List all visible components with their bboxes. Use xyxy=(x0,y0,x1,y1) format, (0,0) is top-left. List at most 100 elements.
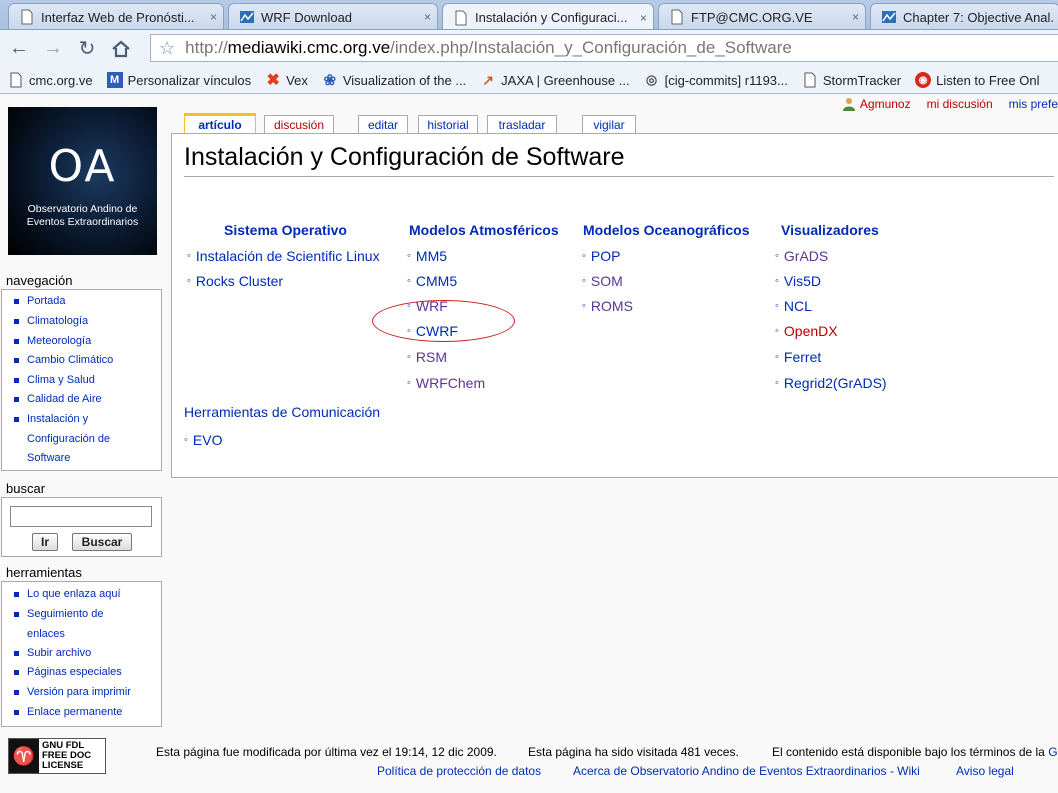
forward-button[interactable]: → xyxy=(38,34,68,64)
square-bullet-icon xyxy=(14,690,19,695)
preferences-link[interactable]: mis prefe xyxy=(1009,97,1058,111)
bullet-icon: ◦ xyxy=(184,434,188,446)
wiki-page: OA Observatorio Andino de Eventos Extrao… xyxy=(0,95,1058,793)
article-link[interactable]: Instalación de Scientific Linux xyxy=(196,248,380,264)
address-bar[interactable]: ☆ http://mediawiki.cmc.org.ve/index.php/… xyxy=(150,34,1058,62)
page-icon xyxy=(455,10,467,25)
tab-history[interactable]: historial xyxy=(418,115,478,134)
sidebar-item[interactable]: Meteorología xyxy=(14,332,91,352)
disclaimer-link[interactable]: Aviso legal xyxy=(956,764,1014,778)
privacy-link[interactable]: Política de protección de datos xyxy=(377,764,541,778)
close-icon[interactable]: × xyxy=(210,10,217,24)
list-item: ◦ SOM xyxy=(582,273,623,289)
home-button[interactable] xyxy=(106,34,136,64)
browser-tab[interactable]: Interfaz Web de Pronósti... × xyxy=(8,3,224,29)
close-icon[interactable]: × xyxy=(640,11,647,25)
section-title[interactable]: Herramientas de Comunicación xyxy=(184,404,380,420)
bookmark-item[interactable]: StormTracker xyxy=(802,72,901,88)
article-link[interactable]: RSM xyxy=(416,349,447,365)
bullet-icon: ◦ xyxy=(187,275,191,287)
browser-tab[interactable]: WRF Download × xyxy=(228,3,438,29)
globe-icon: ❀ xyxy=(323,72,337,89)
sidebar-item[interactable]: Enlace permanente xyxy=(14,703,122,723)
bookmark-label: [cig-commits] r1193... xyxy=(664,72,788,88)
sidebar-item[interactable]: Instalación y Configuración de Software xyxy=(14,410,134,469)
bullet-icon: ◦ xyxy=(775,300,779,312)
browser-tab[interactable]: FTP@CMC.ORG.VE × xyxy=(658,3,866,29)
bullet-icon: ◦ xyxy=(407,377,411,389)
list-item: ◦ Rocks Cluster xyxy=(187,273,283,289)
search-input[interactable] xyxy=(10,506,152,527)
user-page-link[interactable]: Agmunoz xyxy=(860,97,911,111)
tab-article[interactable]: artículo xyxy=(184,113,256,134)
sidebar-item[interactable]: Versión para imprimir xyxy=(14,683,131,703)
article-link[interactable]: GrADS xyxy=(784,248,828,264)
bookmark-item[interactable]: ❀ Visualization of the ... xyxy=(322,72,467,89)
sidebar-item[interactable]: Lo que enlaza aquí xyxy=(14,585,121,605)
bullet-icon: ◦ xyxy=(775,377,779,389)
sidebar-item[interactable]: Climatología xyxy=(14,312,88,332)
close-icon[interactable]: × xyxy=(424,10,431,24)
license-text: El contenido está disponible bajo los té… xyxy=(772,745,1058,759)
article-link[interactable]: POP xyxy=(591,248,621,264)
sidebar-item[interactable]: Páginas especiales xyxy=(14,663,122,683)
bookmark-item[interactable]: ↗ JAXA | Greenhouse ... xyxy=(480,72,629,88)
bookmark-item[interactable]: ✖ Vex xyxy=(265,72,307,89)
about-link[interactable]: Acerca de Observatorio Andino de Eventos… xyxy=(573,764,920,778)
tab-discussion[interactable]: discusión xyxy=(264,115,334,134)
sidebar-item[interactable]: Portada xyxy=(14,292,66,312)
gnu-fdl-badge[interactable]: ♈ GNU FDL FREE DOC LICENSE xyxy=(8,738,106,774)
article-link[interactable]: NCL xyxy=(784,298,812,314)
bullet-icon: ◦ xyxy=(775,351,779,363)
search-button[interactable]: Buscar xyxy=(72,533,132,551)
reload-button[interactable]: ↻ xyxy=(72,34,102,64)
browser-tab[interactable]: Chapter 7: Objective Anal... xyxy=(870,3,1058,29)
tab-label: Chapter 7: Objective Anal... xyxy=(903,9,1053,25)
bookmark-item[interactable]: M Personalizar vínculos xyxy=(106,72,251,88)
go-button[interactable]: Ir xyxy=(32,533,58,551)
sidebar-item[interactable]: Clima y Salud xyxy=(14,371,95,391)
article-link[interactable]: MM5 xyxy=(416,248,447,264)
site-logo[interactable]: OA Observatorio Andino de Eventos Extrao… xyxy=(8,107,157,255)
sidebar-item[interactable]: Calidad de Aire xyxy=(14,390,102,410)
article-link-new[interactable]: OpenDX xyxy=(784,323,838,339)
article-link[interactable]: SOM xyxy=(591,273,623,289)
square-bullet-icon xyxy=(14,319,19,324)
sidebar-item[interactable]: Seguimiento de enlaces xyxy=(14,605,134,644)
license-link[interactable]: GN xyxy=(1048,745,1058,759)
bookmark-label: JAXA | Greenhouse ... xyxy=(501,72,630,88)
article-link[interactable]: EVO xyxy=(193,432,223,448)
article-link[interactable]: WRFChem xyxy=(416,375,485,391)
view-count: Esta página ha sido visitada 481 veces. xyxy=(528,745,739,759)
article-link[interactable]: Vis5D xyxy=(784,273,821,289)
search-portlet: Ir Buscar xyxy=(1,497,162,557)
sidebar-item[interactable]: Subir archivo xyxy=(14,644,91,664)
list-item: ◦ MM5 xyxy=(407,248,447,264)
close-icon[interactable]: × xyxy=(852,10,859,24)
bullet-icon: ◦ xyxy=(582,250,586,262)
tab-move[interactable]: trasladar xyxy=(487,115,557,134)
browser-tab-active[interactable]: Instalación y Configuraci... × xyxy=(442,3,654,29)
user-talk-link[interactable]: mi discusión xyxy=(927,97,993,111)
tab-edit[interactable]: editar xyxy=(358,115,408,134)
page-footer: ♈ GNU FDL FREE DOC LICENSE Esta página f… xyxy=(0,731,1058,793)
article-link[interactable]: WRF xyxy=(416,298,448,314)
square-bullet-icon xyxy=(14,651,19,656)
article-link[interactable]: Regrid2(GrADS) xyxy=(784,375,887,391)
article-link[interactable]: CWRF xyxy=(416,323,458,339)
sidebar-item-label: Clima y Salud xyxy=(27,374,95,386)
sidebar-item-label: Calidad de Aire xyxy=(27,393,102,405)
bookmark-star-icon[interactable]: ☆ xyxy=(159,38,175,59)
sidebar-item[interactable]: Cambio Climático xyxy=(14,351,113,371)
tab-watch[interactable]: vigilar xyxy=(582,115,636,134)
bookmark-item[interactable]: cmc.org.ve xyxy=(8,72,93,88)
article-link[interactable]: Rocks Cluster xyxy=(196,273,283,289)
bullet-icon: ◦ xyxy=(775,325,779,337)
article-link[interactable]: ROMS xyxy=(591,298,633,314)
square-bullet-icon xyxy=(14,670,19,675)
bookmark-item[interactable]: ◉ Listen to Free Onl xyxy=(915,72,1039,88)
bookmark-item[interactable]: ◎ [cig-commits] r1193... xyxy=(644,72,788,88)
article-link[interactable]: CMM5 xyxy=(416,273,457,289)
article-link[interactable]: Ferret xyxy=(784,349,821,365)
back-button[interactable]: ← xyxy=(4,34,34,64)
